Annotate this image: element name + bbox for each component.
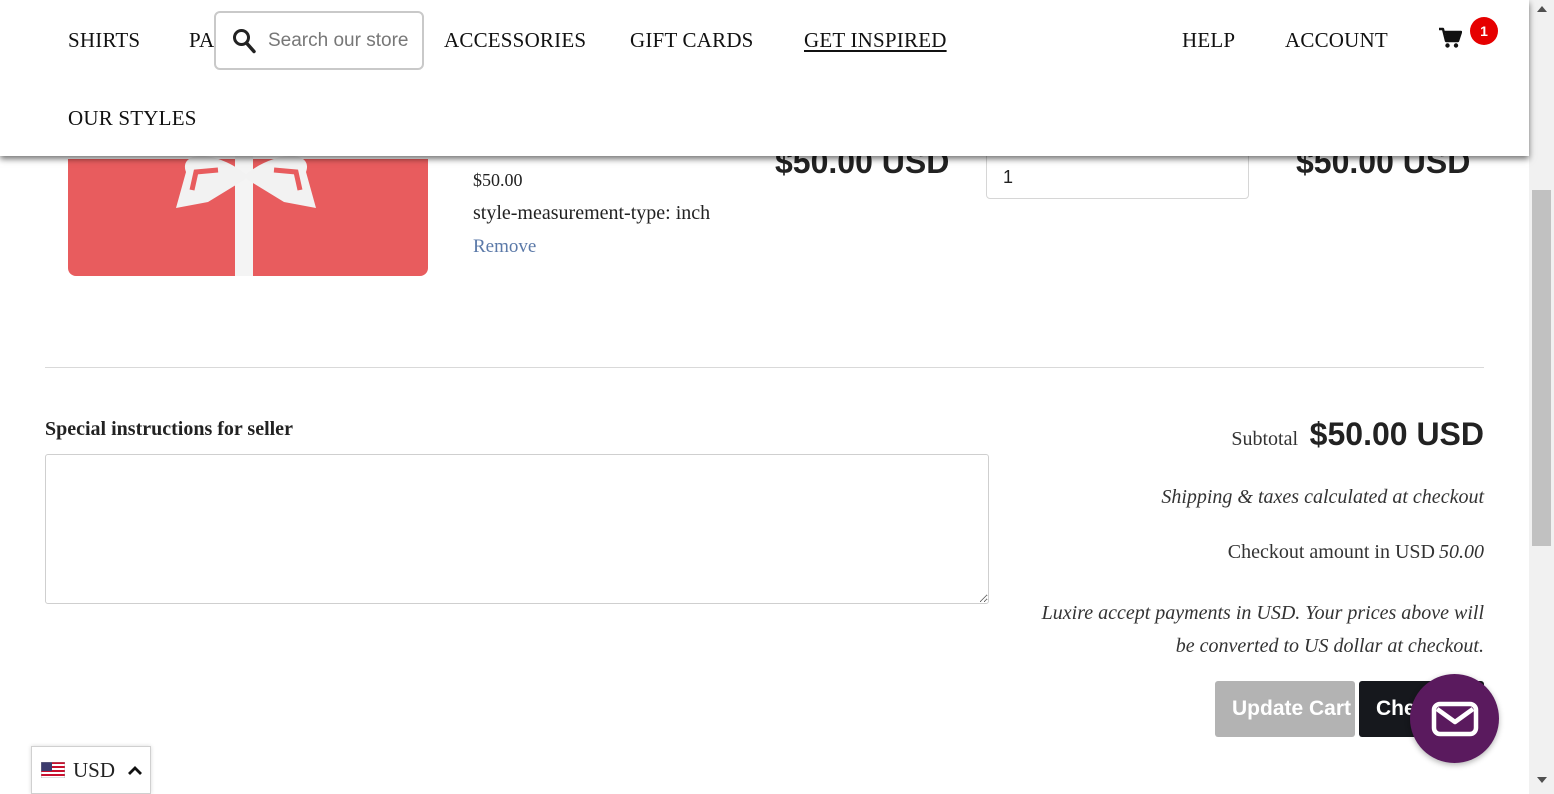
- nav-get-inspired[interactable]: GET INSPIRED: [804, 28, 947, 53]
- envelope-icon: [1431, 701, 1478, 736]
- chat-button[interactable]: [1410, 674, 1499, 763]
- shipping-note: Shipping & taxes calculated at checkout: [1161, 486, 1484, 508]
- scroll-down-arrow-icon[interactable]: [1529, 771, 1554, 788]
- currency-code: USD: [73, 757, 116, 782]
- nav-pants[interactable]: PA: [189, 28, 214, 53]
- nav-gift-cards[interactable]: GIFT CARDS: [630, 28, 754, 53]
- search-box[interactable]: [214, 11, 424, 70]
- nav-help[interactable]: HELP: [1182, 28, 1235, 53]
- site-header: SHIRTS PA ACCESSORIES GIFT CARDS GET INS…: [0, 0, 1529, 156]
- nav-shirts[interactable]: SHIRTS: [68, 28, 140, 53]
- checkout-amount-label: Checkout amount in USD: [1227, 541, 1435, 563]
- scrollbar-thumb[interactable]: [1532, 190, 1551, 546]
- notes-label: Special instructions for seller: [45, 418, 293, 440]
- subtotal-value: $50.00 USD: [1309, 416, 1484, 452]
- search-icon: [233, 28, 256, 53]
- chevron-up-icon: [128, 765, 143, 775]
- section-divider: [45, 367, 1484, 368]
- payment-note-line1: Luxire accept payments in USD. Your pric…: [1041, 602, 1484, 624]
- page-scrollbar[interactable]: [1529, 0, 1554, 794]
- nav-accessories[interactable]: ACCESSORIES: [444, 28, 586, 53]
- update-cart-button[interactable]: Update Cart: [1215, 681, 1355, 737]
- cart-count-badge: 1: [1470, 17, 1498, 45]
- cart-icon[interactable]: [1438, 27, 1463, 54]
- nav-our-styles[interactable]: OUR STYLES: [68, 106, 197, 131]
- special-instructions-textarea[interactable]: [45, 454, 989, 604]
- item-property: style-measurement-type: inch: [473, 202, 711, 224]
- payment-note-line2: be converted to US dollar at checkout.: [1175, 635, 1484, 657]
- gift-card-image[interactable]: [68, 150, 428, 276]
- currency-selector[interactable]: USD: [31, 746, 151, 794]
- checkout-amount-value: 50.00: [1439, 541, 1484, 563]
- us-flag-icon: [41, 762, 65, 778]
- scroll-up-arrow-icon[interactable]: [1529, 0, 1554, 17]
- checkout-amount: Checkout amount in USD 50.00: [1228, 541, 1484, 564]
- nav-account[interactable]: ACCOUNT: [1285, 28, 1388, 53]
- search-input[interactable]: [268, 29, 418, 52]
- payment-note: Luxire accept payments in USD. Your pric…: [1042, 597, 1484, 663]
- variant-price: $50.00: [473, 170, 523, 190]
- remove-link[interactable]: Remove: [473, 236, 536, 258]
- subtotal-label: Subtotal: [1231, 428, 1298, 450]
